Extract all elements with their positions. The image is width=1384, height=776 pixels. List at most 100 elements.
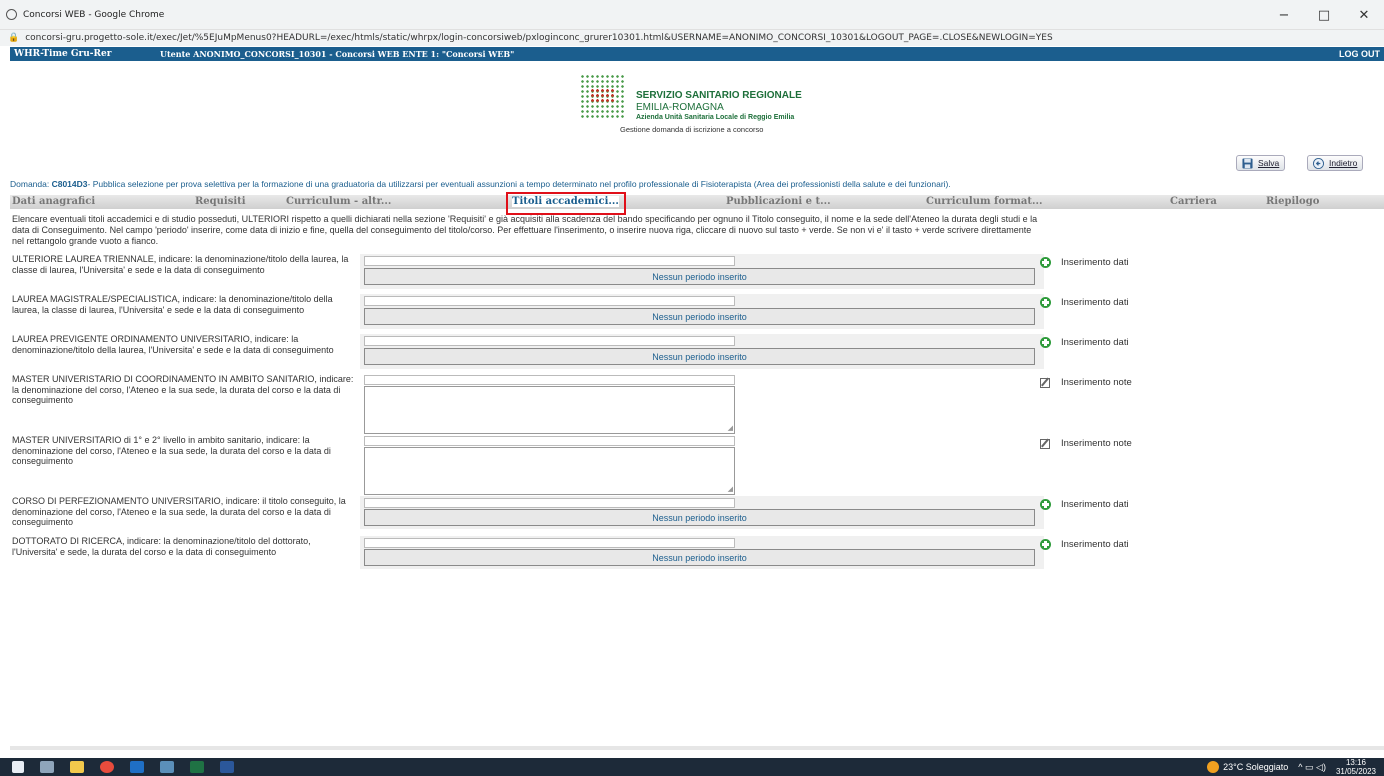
row-master-coordinamento: MASTER UNIVERISTARIO DI COORDINAMENTO IN… <box>10 374 1384 434</box>
weather-icon[interactable] <box>1207 761 1220 773</box>
action-label[interactable]: Inserimento dati <box>1061 337 1129 348</box>
action-label[interactable]: Inserimento dati <box>1061 297 1129 308</box>
tab-carriera[interactable]: Carriera <box>1170 196 1217 207</box>
application-description: Domanda: C8014D3- Pubblica selezione per… <box>10 179 1384 189</box>
edit-note-icon[interactable] <box>1040 438 1050 449</box>
file-explorer-icon[interactable] <box>70 761 84 773</box>
logo-line-1: SERVIZIO SANITARIO REGIONALE <box>636 90 802 101</box>
description-input[interactable] <box>364 436 735 446</box>
notes-textarea[interactable]: ◢ <box>364 447 735 495</box>
minimize-button[interactable]: − <box>1264 0 1304 30</box>
logout-link[interactable]: LOG OUT <box>1339 49 1384 59</box>
back-button[interactable]: Indietro <box>1307 155 1364 171</box>
logo-line-2: EMILIA-ROMAGNA <box>636 102 724 113</box>
tray-icons[interactable]: ^ ▭ ◁) <box>1298 762 1326 773</box>
row-label: MASTER UNIVERISTARIO DI COORDINAMENTO IN… <box>12 374 354 405</box>
add-plus-icon[interactable] <box>1040 257 1051 268</box>
ssr-logo: SERVIZIO SANITARIO REGIONALE EMILIA-ROMA… <box>580 74 840 136</box>
windows-taskbar: 23°C Soleggiato ^ ▭ ◁) 13:16 31/05/2023 <box>0 758 1384 776</box>
window-title: Concorsi WEB - Google Chrome <box>23 9 165 20</box>
resize-grip-icon[interactable]: ◢ <box>728 424 733 432</box>
add-plus-icon[interactable] <box>1040 297 1051 308</box>
insert-data-action[interactable]: Inserimento dati <box>1040 337 1129 348</box>
address-bar[interactable]: 🔒 concorsi-gru.progetto-sole.it/exec/Jet… <box>0 30 1384 46</box>
word-icon[interactable] <box>220 761 234 773</box>
notes-textarea[interactable]: ◢ <box>364 386 735 434</box>
tab-pubblicazioni[interactable]: Pubblicazioni e t... <box>726 196 831 207</box>
close-button[interactable]: ✕ <box>1344 0 1384 30</box>
description-input[interactable] <box>364 296 735 306</box>
windows-start-icon[interactable] <box>12 761 24 773</box>
floppy-disk-icon <box>1242 157 1253 169</box>
action-label[interactable]: Inserimento dati <box>1061 539 1129 550</box>
logo-subtitle: Gestione domanda di iscrizione a concors… <box>620 125 764 134</box>
row-laurea-previgente: LAUREA PREVIGENTE ORDINAMENTO UNIVERSITA… <box>10 334 1384 374</box>
description-input[interactable] <box>364 375 735 385</box>
insert-data-action[interactable]: Inserimento dati <box>1040 297 1129 308</box>
lock-icon: 🔒 <box>8 33 20 43</box>
action-label[interactable]: Inserimento dati <box>1061 499 1129 510</box>
period-field[interactable]: Nessun periodo inserito <box>364 308 1035 325</box>
maximize-button[interactable]: □ <box>1304 0 1344 30</box>
row-master-universitario: MASTER UNIVERSITARIO di 1° e 2° livello … <box>10 435 1384 495</box>
insert-data-action[interactable]: Inserimento dati <box>1040 257 1129 268</box>
add-plus-icon[interactable] <box>1040 337 1051 348</box>
resize-grip-icon[interactable]: ◢ <box>728 485 733 493</box>
description-input[interactable] <box>364 336 735 346</box>
tab-requisiti[interactable]: Requisiti <box>195 196 246 207</box>
user-info: Utente ANONIMO_CONCORSI_10301 - Concorsi… <box>160 49 515 59</box>
action-label[interactable]: Inserimento note <box>1061 438 1132 449</box>
description-input[interactable] <box>364 498 735 508</box>
action-label[interactable]: Inserimento dati <box>1061 257 1129 268</box>
system-tray: 23°C Soleggiato ^ ▭ ◁) 13:16 31/05/2023 <box>1207 758 1384 776</box>
window-controls: − □ ✕ <box>1264 0 1384 30</box>
chrome-icon <box>6 9 17 20</box>
chrome-taskbar-icon[interactable] <box>100 761 114 773</box>
browser-title-bar: Concorsi WEB - Google Chrome − □ ✕ <box>0 0 1384 30</box>
period-field[interactable]: Nessun periodo inserito <box>364 549 1035 566</box>
tab-curriculum-formativo[interactable]: Curriculum format... <box>926 196 1042 207</box>
instructions-text: Elencare eventuali titoli accademici e d… <box>12 214 1038 246</box>
domanda-prefix: Domanda: <box>10 179 52 189</box>
section-tabs: Dati anagrafici Requisiti Curriculum - a… <box>10 195 1384 209</box>
save-button[interactable]: Salva <box>1236 155 1286 171</box>
period-field[interactable]: Nessun periodo inserito <box>364 268 1035 285</box>
tab-dati-anagrafici[interactable]: Dati anagrafici <box>12 196 95 207</box>
row-laurea-magistrale: LAUREA MAGISTRALE/SPECIALISTICA, indicar… <box>10 294 1384 334</box>
tab-riepilogo[interactable]: Riepilogo <box>1266 196 1319 207</box>
insert-notes-action[interactable]: Inserimento note <box>1040 377 1132 388</box>
period-field[interactable]: Nessun periodo inserito <box>364 348 1035 365</box>
description-input[interactable] <box>364 538 735 548</box>
clock-date: 31/05/2023 <box>1335 767 1376 776</box>
outlook-icon[interactable] <box>130 761 144 773</box>
description-input[interactable] <box>364 256 735 266</box>
app-header-bar: WHR-Time Gru-Rer Utente ANONIMO_CONCORSI… <box>10 47 1384 61</box>
active-tab-highlight <box>506 192 626 215</box>
row-label: LAUREA MAGISTRALE/SPECIALISTICA, indicar… <box>12 294 333 315</box>
add-plus-icon[interactable] <box>1040 539 1051 550</box>
add-plus-icon[interactable] <box>1040 499 1051 510</box>
domanda-code: C8014D3 <box>51 179 88 189</box>
action-label[interactable]: Inserimento note <box>1061 377 1132 388</box>
edit-note-icon[interactable] <box>1040 377 1050 388</box>
tab-curriculum-altro[interactable]: Curriculum - altr... <box>286 196 391 207</box>
task-view-icon[interactable] <box>40 761 54 773</box>
row-label: DOTTORATO DI RICERCA, indicare: la denom… <box>12 536 311 557</box>
url-text[interactable]: concorsi-gru.progetto-sole.it/exec/Jet/%… <box>25 33 1052 43</box>
period-field[interactable]: Nessun periodo inserito <box>364 509 1035 526</box>
insert-notes-action[interactable]: Inserimento note <box>1040 438 1132 449</box>
clock[interactable]: 13:16 31/05/2023 <box>1336 758 1376 776</box>
insert-data-action[interactable]: Inserimento dati <box>1040 539 1129 550</box>
row-label: CORSO DI PERFEZIONAMENTO UNIVERSITARIO, … <box>12 496 346 527</box>
app-taskbar-icon[interactable] <box>160 761 174 773</box>
row-label: ULTERIORE LAUREA TRIENNALE, indicare: la… <box>12 254 349 275</box>
back-arrow-icon <box>1313 157 1324 169</box>
row-label: LAUREA PREVIGENTE ORDINAMENTO UNIVERSITA… <box>12 334 334 355</box>
row-corso-perfezionamento: CORSO DI PERFEZIONAMENTO UNIVERSITARIO, … <box>10 496 1384 536</box>
row-dottorato: DOTTORATO DI RICERCA, indicare: la denom… <box>10 536 1384 576</box>
weather-text[interactable]: 23°C Soleggiato <box>1223 762 1288 772</box>
insert-data-action[interactable]: Inserimento dati <box>1040 499 1129 510</box>
logo-line-3: Azienda Unità Sanitaria Locale di Reggio… <box>636 114 795 121</box>
horizontal-scrollbar[interactable] <box>10 746 1384 750</box>
excel-icon[interactable] <box>190 761 204 773</box>
